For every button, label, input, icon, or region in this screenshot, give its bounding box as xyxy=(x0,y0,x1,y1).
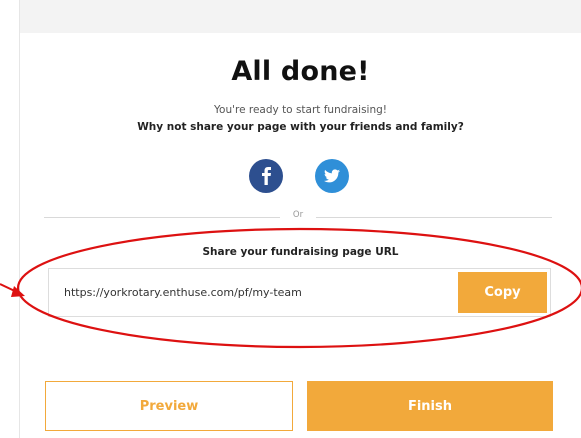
page-title: All done! xyxy=(231,56,370,87)
copy-button[interactable]: Copy xyxy=(458,272,547,313)
finish-button[interactable]: Finish xyxy=(307,381,553,431)
share-url-text: https://yorkrotary.enthuse.com/pf/my-tea… xyxy=(64,286,302,299)
facebook-icon xyxy=(262,167,271,185)
annotation-arrow-line xyxy=(0,283,20,294)
page-subtitle: You're ready to start fundraising! xyxy=(214,104,387,116)
share-prompt: Why not share your page with your friend… xyxy=(137,121,464,133)
twitter-icon xyxy=(324,169,340,183)
facebook-share-button[interactable] xyxy=(249,159,283,193)
or-separator: Or xyxy=(280,210,316,220)
all-done-page: All done! You're ready to start fundrais… xyxy=(0,0,581,438)
top-band xyxy=(20,0,581,33)
share-url-label: Share your fundraising page URL xyxy=(202,246,399,258)
twitter-share-button[interactable] xyxy=(315,159,349,193)
share-url-field[interactable]: https://yorkrotary.enthuse.com/pf/my-tea… xyxy=(48,268,551,317)
annotation-arrow-head xyxy=(11,286,25,297)
preview-button[interactable]: Preview xyxy=(45,381,293,431)
